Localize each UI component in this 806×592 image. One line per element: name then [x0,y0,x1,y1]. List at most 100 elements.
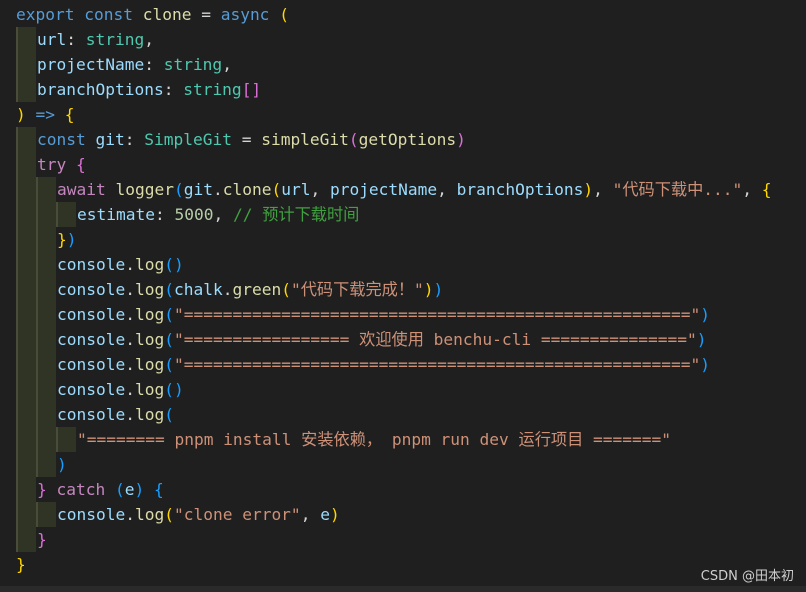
code-token: log [134,255,165,274]
code-token: url [281,180,311,199]
code-token: clone [222,180,272,199]
code-token: ) [423,280,434,299]
code-token: string [85,30,145,49]
code-token: . [222,280,233,299]
code-token: SimpleGit [144,130,232,149]
code-line[interactable]: url: string, [0,27,806,52]
indent-guide [16,152,36,177]
code-line[interactable]: }) [0,227,806,252]
code-line[interactable]: console.log("===========================… [0,352,806,377]
code-token: ) [57,455,67,474]
code-line[interactable]: console.log("================= 欢迎使用 benc… [0,327,806,352]
code-text: export const clone = async ( [16,2,289,27]
code-text: try { [37,152,86,177]
code-token: { [761,180,772,199]
code-token: git [95,130,125,149]
code-token: git [183,180,213,199]
code-token: 5000 [174,205,214,224]
code-token: console [57,280,126,299]
indent-guide [16,127,36,152]
code-token: } [57,230,67,249]
code-token: "=======================================… [173,355,701,374]
code-token: . [212,180,223,199]
code-text: console.log("clone error", e) [57,502,340,527]
code-token: . [125,280,135,299]
code-text: console.log() [57,252,184,277]
code-text: branchOptions: string[] [37,77,261,102]
code-text: const git: SimpleGit = simpleGit(getOpti… [37,127,466,152]
code-token: log [134,330,165,349]
indent-guide [16,302,36,327]
code-token: catch [56,480,106,499]
code-token: ( [271,180,282,199]
code-token: ( [348,130,359,149]
code-token: "代码下载完成！" [290,280,424,299]
code-token: console [57,380,126,399]
code-token: ) [66,230,77,249]
code-token: : [154,205,175,224]
code-token: ) [696,330,707,349]
code-text: } [16,552,26,577]
code-editor[interactable]: export const clone = async (url: string,… [0,0,806,592]
code-token: () [164,255,184,274]
code-line[interactable]: projectName: string, [0,52,806,77]
code-line[interactable]: branchOptions: string[] [0,77,806,102]
code-token: , [742,180,762,199]
code-token: log [134,355,165,374]
code-line[interactable]: await logger(git.clone(url, projectName,… [0,177,806,202]
code-line[interactable]: console.log(chalk.green("代码下载完成！")) [0,277,806,302]
code-token: estimate [77,205,155,224]
horizontal-scrollbar[interactable] [0,586,806,592]
code-token: ) [16,105,26,124]
code-token: console [57,330,126,349]
code-token: { [153,480,164,499]
code-token: . [125,255,135,274]
code-token: console [57,355,126,374]
code-line[interactable]: console.log() [0,377,806,402]
code-line[interactable]: try { [0,152,806,177]
code-token: log [134,405,165,424]
code-line[interactable]: console.log( [0,402,806,427]
code-token: = [231,130,262,149]
code-line[interactable]: const git: SimpleGit = simpleGit(getOpti… [0,127,806,152]
code-token: chalk [173,280,223,299]
code-token: ( [164,405,174,424]
code-line[interactable]: console.log() [0,252,806,277]
code-token: ) [134,480,145,499]
code-line[interactable]: } [0,527,806,552]
code-token: . [125,355,135,374]
indent-guide [56,202,76,227]
code-line[interactable]: console.log("===========================… [0,302,806,327]
indent-guide [36,227,56,252]
code-line[interactable]: } [0,552,806,577]
indent-guide [16,27,36,52]
code-token: ( [173,180,184,199]
watermark: CSDN @田本初 [700,569,794,584]
code-token: "clone error" [173,505,301,524]
code-token: "=======================================… [173,305,701,324]
code-token: ) [583,180,594,199]
code-text: estimate: 5000, // 预计下载时间 [77,202,359,227]
code-line[interactable]: ) [0,452,806,477]
code-line[interactable]: } catch (e) { [0,477,806,502]
code-token: , [593,180,613,199]
code-token: green [232,280,282,299]
code-line[interactable]: console.log("clone error", e) [0,502,806,527]
indent-guide [16,327,36,352]
code-line[interactable]: export const clone = async ( [0,2,806,27]
code-token: ) [700,355,711,374]
code-text: console.log(chalk.green("代码下载完成！")) [57,277,443,302]
code-line[interactable]: "======== pnpm install 安装依赖， pnpm run de… [0,427,806,452]
indent-guide [36,502,56,527]
code-text: ) => { [16,102,75,127]
code-token: , [300,505,321,524]
code-text: } catch (e) { [37,477,164,502]
code-token: , [437,180,457,199]
code-token: : [124,130,145,149]
code-line[interactable]: ) => { [0,102,806,127]
code-line[interactable]: estimate: 5000, // 预计下载时间 [0,202,806,227]
indent-guide [36,402,56,427]
